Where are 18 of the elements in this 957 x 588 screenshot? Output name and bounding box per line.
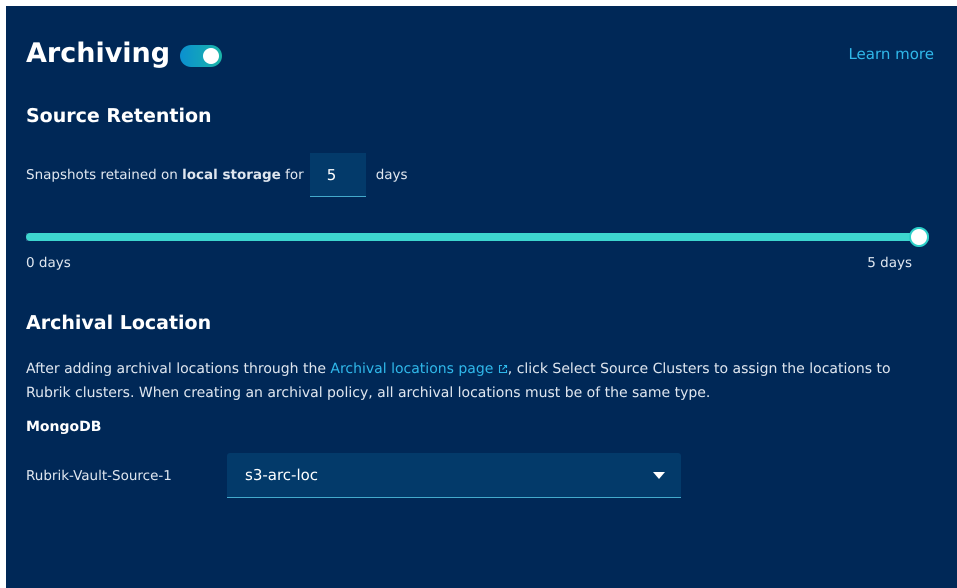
retention-label: Snapshots retained on local storage for [26,167,304,183]
section-heading: Archival Location [26,311,212,336]
slider-max-label: 5 days [867,255,912,271]
page-title: Archiving [26,37,170,71]
unit-label: days [376,167,408,183]
archiving-toggle[interactable] [180,45,222,67]
external-link-icon [498,364,508,374]
days-input-field[interactable]: 5 [310,153,366,197]
caret-icon [653,472,665,478]
location-dropdown[interactable]: s3-arc-loc [227,453,681,498]
slider-min-label: 0 days [26,255,71,271]
section-heading: Source Retention [26,104,213,129]
learn-more-link[interactable]: Learn more [848,45,934,63]
archival-locations-link[interactable]: Archival locations page [330,361,508,377]
group-label: MongoDB [26,419,102,435]
cluster-name: Rubrik-Vault-Source-1 [26,468,173,484]
description-paragraph: After adding archival locations through the Archival locations page , click Select Source Clusters to assign the locations to Rubrik clusters. When creating an archival policy, all archival locations must be of the same type. [26,360,892,403]
slider-handle[interactable] [909,227,929,247]
